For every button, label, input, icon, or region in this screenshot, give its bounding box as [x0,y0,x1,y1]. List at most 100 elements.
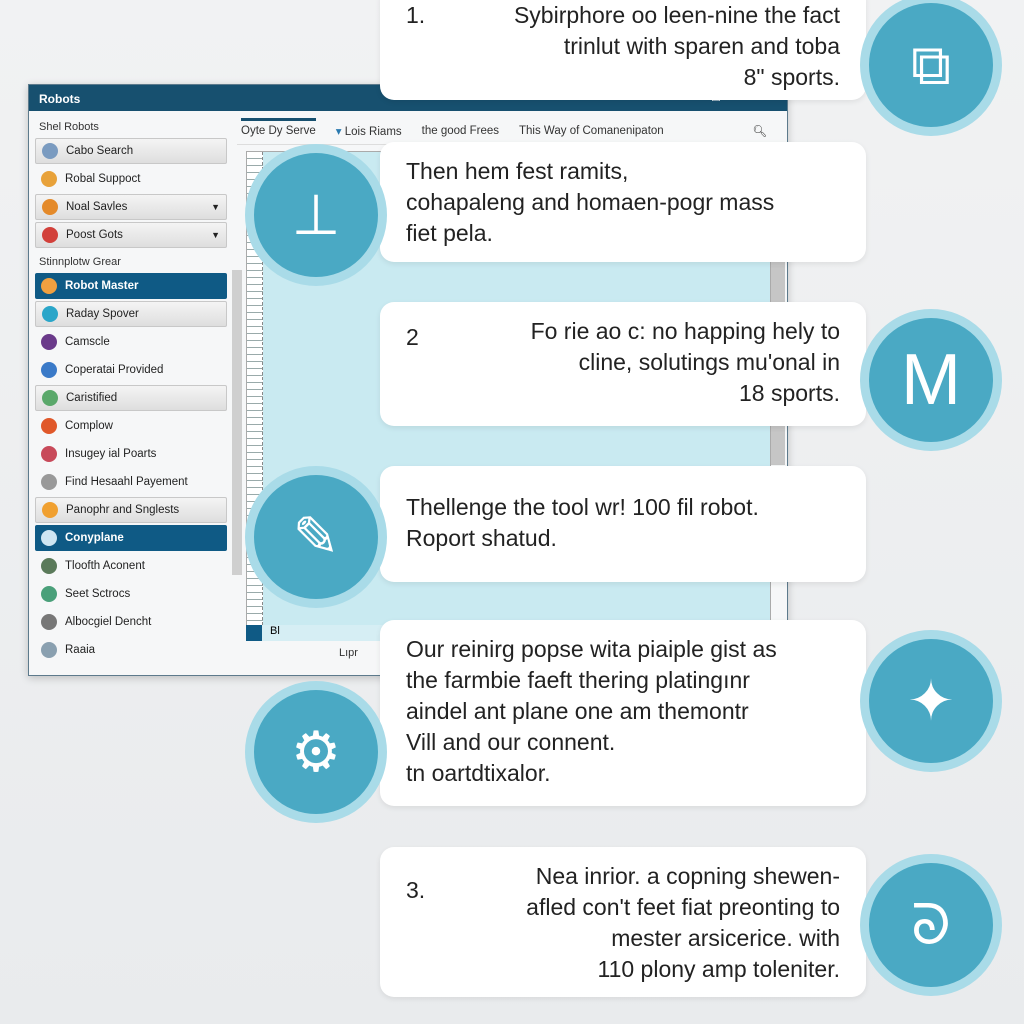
card-number: 1. [406,2,426,28]
item-label: Panophr and Snglests [66,504,180,516]
item-icon [42,199,58,215]
chevron-down-icon[interactable]: ▼ [211,230,220,240]
sidebar-item[interactable]: Camscle [35,329,227,355]
card-line: 8" sports. [743,64,840,90]
card-number: 2 [406,324,419,350]
tab-bar: Oyte Dy Serve ▾ Lois Riams the good Free… [237,117,787,145]
sidebar-item[interactable]: Conyplane [35,525,227,551]
card-line: trinlut with sparen and toba [563,33,840,59]
info-card: Then hem fest ramits, cohapaleng and homa… [380,142,866,262]
item-icon [42,390,58,406]
status-text: Lıpr [339,647,358,659]
window-title: Robots [39,92,81,106]
sidebar-item[interactable]: Coperatai Provided [35,357,227,383]
card-line: 18 sports. [739,380,840,406]
item-icon [41,586,57,602]
item-label: Insugey ial Poarts [65,448,157,460]
chevron-down-icon[interactable]: ▼ [211,202,220,212]
sidebar-item[interactable]: Complow [35,413,227,439]
item-label: Conyplane [65,532,124,544]
card-line: Thellenge the tool wr! 100 fil robot. [406,494,759,520]
item-icon [41,171,57,187]
pizza-cutter-icon: ⚙ [245,681,387,823]
item-label: Caristified [66,392,118,404]
item-label: Camscle [65,336,110,348]
wifi-icon: ▾ [335,125,342,138]
card-line: cline, solutings mu'onal in [578,349,840,375]
tab-this-way[interactable]: This Way of Comanenipaton [519,125,664,137]
pin-icon [246,625,262,641]
item-label: Robot Master [65,280,139,292]
card-line: Vill and our connent. [406,729,616,755]
card-line: Our reinirg popse wita piaiple gist as [406,636,777,662]
item-icon [41,278,57,294]
sidebar-item[interactable]: Raday Spover [35,301,227,327]
item-label: Coperatai Provided [65,364,164,376]
sidebar-scrollbar[interactable] [232,270,242,575]
info-card: Thellenge the tool wr! 100 fil robot. Rop… [380,466,866,582]
brush-icon: ✦ [860,630,1002,772]
item-icon [41,418,57,434]
item-icon [41,530,57,546]
item-label: Raday Spover [66,308,139,320]
card-line: Nea inrior. a copning shewen- [535,863,840,889]
item-label: Robal Suppoct [65,173,141,185]
item-label: Raaia [65,644,96,656]
card-line: Fo rie ao c: no happing hely to [530,318,840,344]
item-icon [42,306,58,322]
item-icon [42,143,58,159]
card-line: Roport shatud. [406,525,557,551]
item-label: Complow [65,420,113,432]
drill-book-icon: ⊥ [245,144,387,286]
item-label: Albocgiel Dencht [65,616,152,628]
sidebar-item[interactable]: Poost Gots ▼ [35,222,227,248]
item-label: Poost Gots [66,229,123,241]
sidebar-item[interactable]: Insugey ial Poarts [35,441,227,467]
sidebar-item[interactable]: Robot Master [35,273,227,299]
sidebar-item[interactable]: Seet Sctrocs [35,581,227,607]
item-label: Seet Sctrocs [65,588,131,600]
sidebar-section-heading: Shel Robots [39,121,99,133]
card-line: Sybirphore oo leen-nine the fact [513,2,840,28]
sidebar-item[interactable]: Find Hesaahl Payement [35,469,227,495]
info-card: Our reinirg popse wita piaiple gist as th… [380,620,866,806]
card-line: 110 plony amp toleniter. [597,956,840,982]
item-icon [41,614,57,630]
item-label: Noal Savles [66,201,128,213]
info-card: 1. Sybirphore oo leen-nine the fact trinlu… [380,0,866,100]
card-line: aindel ant plane one am themontr [406,698,749,724]
tablet-pen-icon: ✎ [245,466,387,608]
tab-oyte-dy-serve[interactable]: Oyte Dy Serve [241,118,316,137]
bottom-label: Bl [270,625,280,637]
sidebar: Shel Robots Cabo Search Robal Suppoct Noal … [35,115,227,665]
sidebar-item[interactable]: Panophr and Snglests [35,497,227,523]
sidebar-item[interactable]: Tloofth Aconent [35,553,227,579]
search-icon[interactable]: 🔍︎ [752,124,767,138]
sidebar-item[interactable]: Noal Savles ▼ [35,194,227,220]
card-line: Then hem fest ramits, [406,158,629,184]
item-icon [42,227,58,243]
card-line: tn oartdtixalor. [406,760,551,786]
card-line: cohapaleng and homaen-pogr mass [406,189,775,215]
sidebar-section-heading: Stinnplotw Grear [39,256,121,268]
m-logo-icon: M [860,309,1002,451]
wrench-hook-icon: ᘐ [860,854,1002,996]
item-icon [41,558,57,574]
info-card: 3. Nea inrior. a copning shewen-afled con… [380,847,866,997]
sidebar-item[interactable]: Albocgiel Dencht [35,609,227,635]
item-label: Tloofth Aconent [65,560,145,572]
sidebar-item[interactable]: Cabo Search [35,138,227,164]
sidebar-item[interactable]: Caristified [35,385,227,411]
item-label: Find Hesaahl Payement [65,476,188,488]
card-line: afled con't feet fiat preonting to [526,894,840,920]
sidebar-item[interactable]: Robal Suppoct [35,166,227,192]
item-icon [42,502,58,518]
tab-the-good-frees[interactable]: the good Frees [422,125,499,137]
sidebar-item[interactable]: Raaia [35,637,227,663]
item-icon [41,362,57,378]
item-icon [41,642,57,658]
puzzle-tools-icon: ⧉ [860,0,1002,136]
item-label: Cabo Search [66,145,134,157]
card-line: fiet pela. [406,220,493,246]
tab-lois-riams[interactable]: ▾ Lois Riams [336,124,402,138]
